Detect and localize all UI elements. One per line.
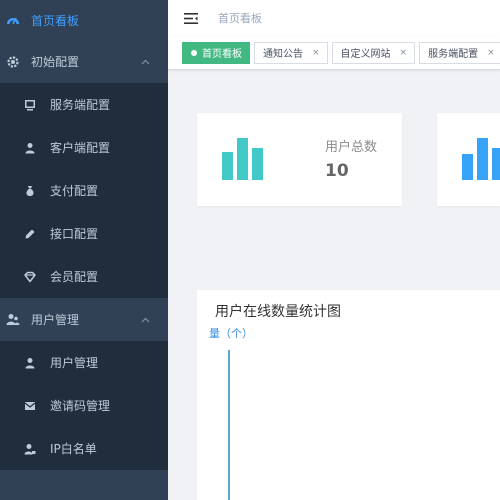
sidebar-item-label: 邀请码管理 (50, 399, 111, 413)
sidebar-item-label: 客户端配置 (50, 141, 111, 155)
stat-card-total-users[interactable]: 用户总数 10 (197, 113, 402, 206)
dashboard-icon (5, 12, 21, 28)
tag-home[interactable]: 首页看板 (182, 41, 250, 64)
tags-view: 首页看板 通知公告 × 自定义网站 × 服务端配置 × (168, 36, 500, 70)
tag-label: 服务端配置 (428, 49, 479, 60)
user-icon (22, 355, 38, 371)
sidebar-item-api-config[interactable]: 接口配置 (0, 212, 168, 255)
sidebar-group-label: 初始配置 (31, 55, 80, 69)
sidebar-item-invite-code[interactable]: 邀请码管理 (0, 384, 168, 427)
tag-custom-site[interactable]: 自定义网站 × (331, 41, 416, 64)
submenu-user-management: 用户管理 邀请码管理 IP白名单 (0, 341, 168, 470)
pencil-icon (22, 226, 38, 242)
sidebar-item-label: 接口配置 (50, 227, 99, 241)
tag-notice[interactable]: 通知公告 × (254, 41, 328, 64)
money-bag-icon (22, 183, 38, 199)
chevron-up-icon (140, 57, 150, 67)
chevron-up-icon (140, 315, 150, 325)
submenu-initial-config: 服务端配置 客户端配置 支付配置 接口配置 会员配置 (0, 83, 168, 298)
bar-chart-icon (222, 138, 263, 180)
stat-label: 用户总数 (325, 140, 378, 155)
sidebar-group-initial-config[interactable]: 初始配置 (0, 40, 168, 83)
user-lock-icon (22, 441, 38, 457)
active-dot-icon (191, 49, 197, 56)
y-axis-line (228, 350, 230, 500)
sidebar-group-user-management[interactable]: 用户管理 (0, 298, 168, 341)
bar-chart-icon (462, 138, 500, 180)
tag-label: 自定义网站 (340, 49, 391, 60)
monitor-icon (22, 97, 38, 113)
online-users-chart-panel: 用户在线数量统计图 量（个） (197, 290, 500, 500)
stat-card-2[interactable] (437, 113, 500, 206)
close-icon[interactable]: × (400, 48, 408, 58)
users-icon (5, 312, 21, 328)
sidebar-item-label: IP白名单 (50, 442, 97, 456)
sidebar-item-label: 会员配置 (50, 270, 99, 284)
sidebar-item-label: 首页看板 (31, 13, 80, 28)
tag-label: 首页看板 (202, 49, 242, 60)
close-icon[interactable]: × (312, 48, 320, 58)
sidebar-item-home[interactable]: 首页看板 (0, 0, 168, 40)
navbar: 首页看板 (168, 0, 500, 36)
breadcrumb: 首页看板 (218, 12, 262, 25)
stat-value: 10 (325, 161, 349, 181)
chart-title: 用户在线数量统计图 (215, 304, 341, 320)
sidebar: 首页看板 初始配置 服务端配置 客户端配置 支付配置 接口配置 会员配置 用户管… (0, 0, 168, 500)
sidebar-item-label: 用户管理 (50, 356, 99, 370)
sidebar-item-member-config[interactable]: 会员配置 (0, 255, 168, 298)
sidebar-group-label: 用户管理 (31, 313, 80, 327)
tag-label: 通知公告 (263, 49, 303, 60)
menu-fold-icon[interactable] (184, 11, 198, 25)
envelope-icon (22, 398, 38, 414)
user-icon (22, 140, 38, 156)
sidebar-item-ip-whitelist[interactable]: IP白名单 (0, 427, 168, 470)
sidebar-item-payment-config[interactable]: 支付配置 (0, 169, 168, 212)
settings-icon (5, 54, 21, 70)
close-icon[interactable]: × (487, 48, 495, 58)
sidebar-item-client-config[interactable]: 客户端配置 (0, 126, 168, 169)
tag-server-config[interactable]: 服务端配置 × (419, 41, 500, 64)
sidebar-item-user-management[interactable]: 用户管理 (0, 341, 168, 384)
sidebar-item-label: 服务端配置 (50, 98, 111, 112)
y-axis-name: 量（个） (209, 327, 253, 340)
sidebar-item-label: 支付配置 (50, 184, 99, 198)
diamond-icon (22, 269, 38, 285)
sidebar-item-server-config[interactable]: 服务端配置 (0, 83, 168, 126)
